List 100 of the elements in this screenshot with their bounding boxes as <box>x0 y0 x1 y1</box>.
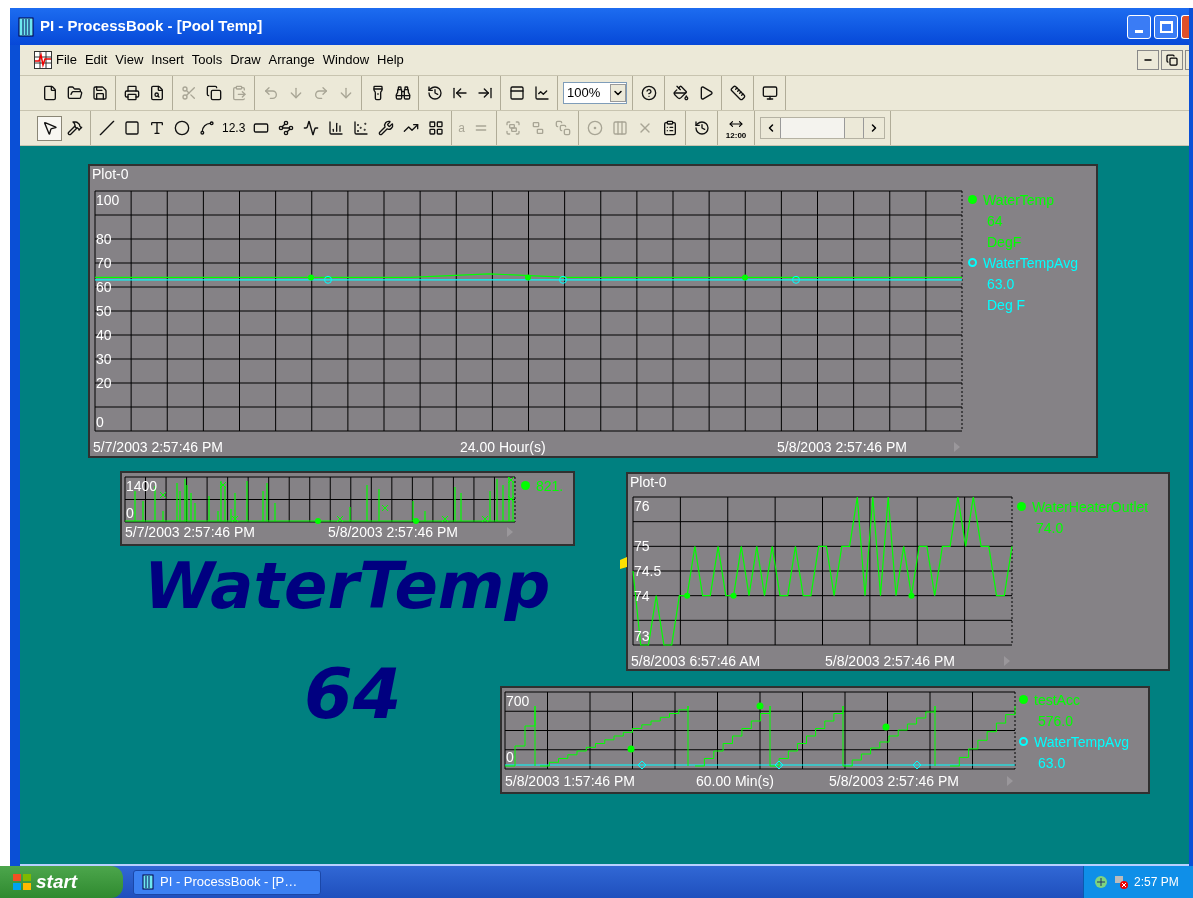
x-axis-label: 60.00 Min(s) <box>696 773 774 789</box>
x-marker <box>159 491 167 499</box>
x-axis-label: 24.00 Hour(s) <box>460 439 546 455</box>
y-axis-label: 0 <box>126 505 134 521</box>
scrollbar[interactable] <box>760 117 886 139</box>
trend-icon <box>302 120 319 136</box>
windows-flag-icon <box>12 873 32 891</box>
data-point <box>882 723 890 731</box>
rectangle-icon <box>123 120 140 136</box>
time-range-button[interactable]: 12:00 <box>721 113 752 143</box>
data-point <box>637 760 647 770</box>
hammer-icon <box>66 120 83 136</box>
x-axis-label: 5/8/2003 6:57:46 AM <box>631 653 761 669</box>
y-axis-label: 0 <box>96 414 104 430</box>
arc-icon <box>198 120 215 136</box>
dropdown-button[interactable] <box>610 84 626 102</box>
start-button[interactable]: start <box>0 866 123 898</box>
y-axis-label: 80 <box>96 231 112 247</box>
toolbar-button[interactable]: 12.3 <box>219 115 249 141</box>
legend-text: WaterHeaterOutlet <box>1032 498 1149 517</box>
menu-item[interactable]: Help <box>373 50 408 70</box>
paste-icon <box>230 85 247 101</box>
folder-icon <box>66 85 83 101</box>
rounded-rectangle-icon <box>252 120 269 136</box>
x-axis-label: 5/8/2003 1:57:46 PM <box>505 773 635 789</box>
paint-bucket-icon <box>672 85 689 101</box>
window-title: PI - ProcessBook - [Pool Temp] <box>40 16 263 37</box>
printer-icon <box>123 85 140 101</box>
help-icon <box>640 85 657 101</box>
circle-dot-icon <box>586 120 603 136</box>
trend-grid-icon <box>34 51 52 69</box>
x-axis-label: 5/8/2003 2:57:46 PM <box>777 439 907 455</box>
menu-item[interactable]: Insert <box>147 50 188 70</box>
clock: 2:57 PM <box>1134 874 1179 891</box>
binoculars-icon <box>394 85 411 101</box>
x-axis-label: 5/8/2003 2:57:46 PM <box>829 773 959 789</box>
ellipse-icon <box>173 120 190 136</box>
menu-item[interactable]: File <box>52 50 81 70</box>
connection-error-icon <box>1114 875 1128 889</box>
history-icon <box>693 120 710 136</box>
legend-text: WaterTempAvg <box>1034 733 1129 752</box>
y-axis-label: 30 <box>96 351 112 367</box>
y-axis-label: 50 <box>96 303 112 319</box>
save-icon <box>91 85 108 101</box>
menu-item[interactable]: Tools <box>187 50 227 70</box>
data-point <box>315 518 321 524</box>
menu-item[interactable]: Draw <box>226 50 265 70</box>
history-icon <box>426 85 443 101</box>
legend-text: 821. <box>536 477 564 496</box>
scroll-thumb[interactable] <box>844 118 865 138</box>
data-point <box>413 518 419 524</box>
maximize-button[interactable] <box>1154 14 1178 39</box>
menu-item[interactable]: Edit <box>80 50 112 70</box>
mdi-minimize-button[interactable] <box>1137 50 1159 70</box>
columns-icon <box>611 120 628 136</box>
taskbar-button[interactable]: PI - ProcessBook - [P… <box>133 869 321 895</box>
x-axis-label: 5/8/2003 2:57:46 PM <box>328 524 458 540</box>
menu-item[interactable]: Arrange <box>264 50 319 70</box>
plot-title: Plot-0 <box>92 167 129 181</box>
legend-text: 576.0 <box>1038 712 1075 731</box>
legend-text: testAcc <box>1034 691 1080 710</box>
trend-plot[interactable]: 700 0 5/8/2003 1:57:46 PM 60.00 Min(s) 5/8/2003 2:57:46 PM testAcc 576.0 WaterTempAvg 63.0 <box>500 686 1150 794</box>
menu-item[interactable]: Window <box>318 50 374 70</box>
menu-item[interactable]: View <box>111 50 148 70</box>
stack-icon <box>554 120 571 136</box>
x-marker <box>336 515 344 523</box>
legend-text: WaterTemp <box>983 191 1055 210</box>
y-axis-label: 60 <box>96 279 112 295</box>
text-tool-icon <box>148 120 165 136</box>
y-axis-label: 20 <box>96 375 112 391</box>
close-button[interactable] <box>1181 14 1189 39</box>
legend-text: DegF <box>987 233 1023 252</box>
x-axis-label: 5/7/2003 2:57:46 PM <box>125 524 255 540</box>
y-axis-label: 0 <box>506 749 514 766</box>
data-point <box>774 760 784 770</box>
x-marker <box>231 515 239 523</box>
bar-chart-icon <box>327 120 344 136</box>
scatter-chart-icon <box>352 120 369 136</box>
x-axis-label: 5/8/2003 2:57:46 PM <box>825 653 955 669</box>
title-panel-icon <box>508 85 525 101</box>
toolbar-button[interactable] <box>37 115 62 141</box>
trend-plot[interactable]: Plot-0 100 80 70 60 50 40 30 20 0 5/7/2003 2:57:46 PM 24.00 Hour(s) 5/8/2003 2:57:46 PM WaterTemp 64 DegF WaterTempAvg 63.0 Deg F <box>88 164 1098 458</box>
copy-icon <box>205 85 222 101</box>
minimize-button[interactable] <box>1127 14 1151 39</box>
mdi-restore-button[interactable] <box>1161 50 1183 70</box>
wrench-icon <box>377 120 394 136</box>
y-axis-label: 70 <box>96 255 112 271</box>
cut-icon <box>180 85 197 101</box>
x-axis-label: 5/7/2003 2:57:46 PM <box>93 439 223 455</box>
monitor-icon <box>761 85 778 101</box>
restore-icon <box>1166 54 1178 66</box>
data-point <box>627 745 635 753</box>
y-axis-label: 74.5 <box>634 563 662 579</box>
new-file-icon <box>41 85 58 101</box>
x-marker <box>507 495 515 503</box>
x-marker <box>441 515 449 523</box>
legend-text: WaterTempAvg <box>983 254 1078 273</box>
zoom-combo[interactable]: 100% <box>563 82 627 104</box>
plot-title: Plot-0 <box>630 475 667 489</box>
y-axis-label: 100 <box>96 192 120 208</box>
